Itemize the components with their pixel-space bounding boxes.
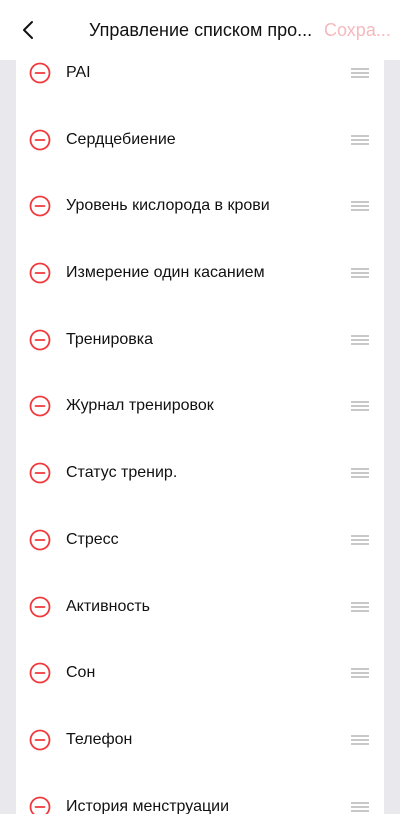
drag-handle-icon[interactable]	[351, 134, 369, 146]
list-item-label: Измерение один касанием	[66, 264, 265, 282]
remove-icon[interactable]	[29, 129, 51, 151]
list-item[interactable]: Стресс	[16, 507, 384, 574]
list-item[interactable]: Статус тренир.	[16, 440, 384, 507]
screen: Управление списком про... Сохра... PAI Се…	[0, 0, 400, 814]
remove-icon[interactable]	[29, 195, 51, 217]
remove-icon[interactable]	[29, 796, 51, 814]
list-item-label: Телефон	[66, 730, 133, 748]
chevron-left-icon	[23, 21, 33, 39]
back-button[interactable]	[14, 16, 42, 44]
remove-icon[interactable]	[29, 62, 51, 84]
drag-handle-icon[interactable]	[351, 400, 369, 412]
drag-handle-icon[interactable]	[351, 667, 369, 679]
list-item-label: Сердцебиение	[66, 130, 176, 148]
list-item-label: Журнал тренировок	[66, 397, 214, 415]
drag-handle-icon[interactable]	[351, 467, 369, 479]
list-item[interactable]: Телефон	[16, 707, 384, 774]
save-button[interactable]: Сохра...	[324, 19, 400, 41]
items-card: PAI Сердцебиение Уровень кислорода в крови…	[16, 40, 384, 814]
remove-icon[interactable]	[29, 596, 51, 618]
page-title: Управление списком про...	[89, 20, 313, 40]
drag-handle-icon[interactable]	[351, 734, 369, 746]
list-item[interactable]: Сон	[16, 640, 384, 707]
list-item-label: История менструации	[66, 797, 230, 814]
remove-icon[interactable]	[29, 729, 51, 751]
list-item[interactable]: Сердцебиение	[16, 106, 384, 173]
remove-icon[interactable]	[29, 395, 51, 417]
top-bar: Управление списком про... Сохра...	[0, 0, 400, 60]
list-item[interactable]: Активность	[16, 573, 384, 640]
drag-handle-icon[interactable]	[351, 534, 369, 546]
drag-handle-icon[interactable]	[351, 801, 369, 813]
list-item[interactable]: Измерение один касанием	[16, 240, 384, 307]
list-item-label: Активность	[66, 597, 151, 615]
list-item[interactable]: Тренировка	[16, 306, 384, 373]
remove-icon[interactable]	[29, 329, 51, 351]
list-item-label: Стресс	[66, 530, 119, 548]
list-item[interactable]: Журнал тренировок	[16, 373, 384, 440]
drag-handle-icon[interactable]	[351, 67, 369, 79]
list-item[interactable]: История менструации	[16, 773, 384, 814]
remove-icon[interactable]	[29, 662, 51, 684]
list-item[interactable]: Уровень кислорода в крови	[16, 173, 384, 240]
remove-icon[interactable]	[29, 529, 51, 551]
drag-handle-icon[interactable]	[351, 267, 369, 279]
drag-handle-icon[interactable]	[351, 334, 369, 346]
list-item-label: Статус тренир.	[66, 464, 178, 482]
drag-handle-icon[interactable]	[351, 200, 369, 212]
list-item-label: PAI	[66, 64, 91, 81]
remove-icon[interactable]	[29, 262, 51, 284]
list-item-label: Уровень кислорода в крови	[66, 197, 270, 215]
remove-icon[interactable]	[29, 462, 51, 484]
list-item-label: Сон	[66, 664, 96, 682]
list-item-label: Тренировка	[66, 330, 153, 348]
drag-handle-icon[interactable]	[351, 601, 369, 613]
